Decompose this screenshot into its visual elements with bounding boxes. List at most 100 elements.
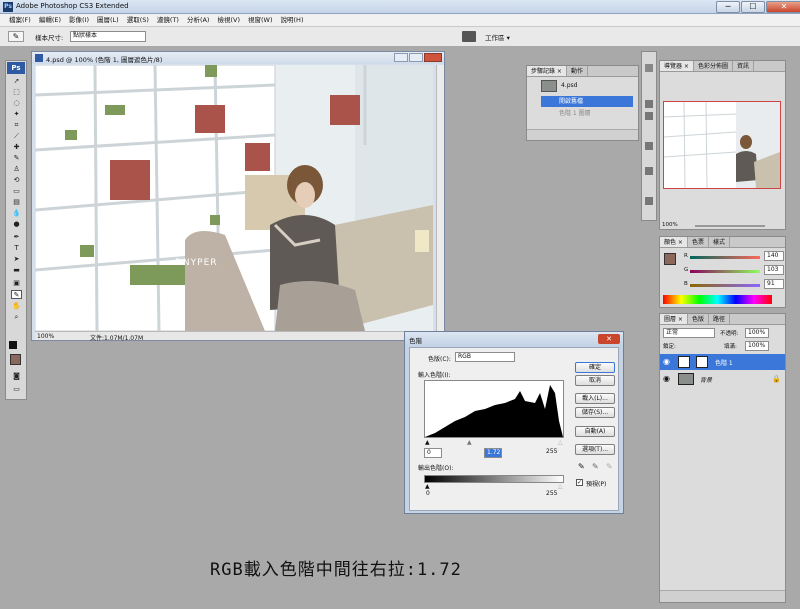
path-select-icon[interactable]: ➤ bbox=[11, 255, 22, 264]
shape-tool-icon[interactable]: ▬ bbox=[11, 266, 22, 275]
output-white-handle[interactable]: △ bbox=[558, 483, 563, 490]
navigator-zoom[interactable]: 100% bbox=[662, 222, 678, 228]
input-black-handle[interactable]: ▲ bbox=[425, 439, 430, 446]
black-eyedropper-icon[interactable]: ✎ bbox=[578, 462, 585, 471]
mask-thumb[interactable] bbox=[696, 356, 708, 368]
slice-tool-icon[interactable]: ⟋ bbox=[11, 132, 22, 141]
opacity-value[interactable]: 100% bbox=[745, 328, 769, 338]
channel-select[interactable]: RGB bbox=[455, 352, 515, 362]
b-value[interactable]: 91 bbox=[764, 279, 784, 289]
input-gamma-field[interactable]: 1.72 bbox=[484, 448, 502, 458]
input-slider-track[interactable] bbox=[424, 440, 564, 446]
gradient-tool-icon[interactable]: ▤ bbox=[11, 198, 22, 207]
eyedropper-tool-icon[interactable]: ✎ bbox=[11, 290, 22, 299]
tab-color[interactable]: 顏色 × bbox=[660, 237, 688, 247]
history-brush-icon[interactable]: ⟲ bbox=[11, 176, 22, 185]
doc-maximize-button[interactable] bbox=[409, 53, 423, 62]
layer-name[interactable]: 背景 bbox=[700, 375, 712, 384]
quick-mask-icon[interactable]: ◙ bbox=[11, 372, 22, 381]
menu-file[interactable]: 檔案(F) bbox=[5, 14, 35, 26]
tab-navigator[interactable]: 導覽器 × bbox=[660, 61, 694, 71]
tab-styles[interactable]: 樣式 bbox=[709, 237, 730, 247]
layer-row-background[interactable]: ◉ 背景 🔒 bbox=[660, 371, 785, 387]
preview-checkbox[interactable]: ✓ bbox=[576, 479, 583, 486]
r-value[interactable]: 140 bbox=[764, 251, 784, 261]
dodge-tool-icon[interactable]: ● bbox=[11, 220, 22, 229]
b-slider[interactable] bbox=[690, 284, 760, 287]
doc-zoom-value[interactable]: 100% bbox=[37, 333, 54, 340]
move-tool-icon[interactable]: ➚ bbox=[11, 77, 22, 86]
history-item-open[interactable]: 開啟舊檔 bbox=[541, 96, 633, 107]
zoom-tool-icon[interactable]: ⌕ bbox=[11, 313, 22, 322]
ok-button[interactable]: 確定 bbox=[575, 362, 615, 373]
fg-color-swatch[interactable] bbox=[664, 253, 676, 265]
g-slider[interactable] bbox=[690, 270, 760, 273]
panel-icon-3[interactable] bbox=[645, 112, 653, 120]
tab-channels[interactable]: 色版 bbox=[688, 314, 709, 324]
navigator-thumbnail[interactable] bbox=[663, 101, 781, 189]
panel-icon-6[interactable] bbox=[645, 197, 653, 205]
dialog-close-button[interactable]: ✕ bbox=[598, 334, 620, 344]
eyedropper-icon[interactable]: ✎ bbox=[8, 31, 24, 42]
blur-tool-icon[interactable]: 💧 bbox=[11, 209, 22, 218]
eye-icon[interactable]: ◉ bbox=[663, 374, 670, 383]
tab-paths[interactable]: 路徑 bbox=[709, 314, 730, 324]
workspace-menu[interactable]: 工作區 ▾ bbox=[485, 32, 510, 42]
canvas-photo[interactable]: DNYPER bbox=[35, 65, 433, 331]
r-slider[interactable] bbox=[690, 256, 760, 259]
doc-close-button[interactable] bbox=[424, 53, 442, 62]
stamp-tool-icon[interactable]: ♙ bbox=[11, 165, 22, 174]
cancel-button[interactable]: 取消 bbox=[575, 375, 615, 386]
menu-window[interactable]: 視窗(W) bbox=[244, 14, 277, 26]
input-black-field[interactable]: 0 bbox=[424, 448, 442, 458]
input-gamma-handle[interactable]: ▲ bbox=[467, 439, 472, 446]
notes-tool-icon[interactable]: ▣ bbox=[11, 279, 22, 288]
screen-mode-icon[interactable]: ▭ bbox=[11, 385, 22, 394]
panel-icon-4[interactable] bbox=[645, 142, 653, 150]
panel-icon-2[interactable] bbox=[645, 100, 653, 108]
output-white-field[interactable]: 255 bbox=[544, 490, 564, 500]
crop-tool-icon[interactable]: ⌗ bbox=[11, 121, 22, 130]
tab-layers[interactable]: 圖層 × bbox=[660, 314, 688, 324]
menu-view[interactable]: 檢視(V) bbox=[213, 14, 244, 26]
layer-name[interactable]: 色階 1 bbox=[715, 358, 733, 367]
menu-analysis[interactable]: 分析(A) bbox=[183, 14, 214, 26]
eye-icon[interactable]: ◉ bbox=[663, 357, 670, 366]
panel-icon-5[interactable] bbox=[645, 167, 653, 175]
output-black-handle[interactable]: ▲ bbox=[425, 483, 430, 490]
default-colors-icon[interactable] bbox=[9, 341, 17, 349]
tab-swatches[interactable]: 色票 bbox=[688, 237, 709, 247]
save-button[interactable]: 儲存(S)... bbox=[575, 407, 615, 418]
tab-actions[interactable]: 動作 bbox=[567, 66, 588, 76]
healing-tool-icon[interactable]: ✚ bbox=[11, 143, 22, 152]
history-item-levels[interactable]: 色階 1 圖層 bbox=[541, 108, 633, 119]
auto-button[interactable]: 自動(A) bbox=[575, 426, 615, 437]
gray-eyedropper-icon[interactable]: ✎ bbox=[592, 462, 599, 471]
navigator-zoom-slider[interactable] bbox=[695, 225, 765, 227]
doc-vertical-scrollbar[interactable] bbox=[436, 65, 444, 331]
menu-edit[interactable]: 編輯(E) bbox=[35, 14, 65, 26]
pen-tool-icon[interactable]: ✒ bbox=[11, 233, 22, 242]
snapshot-name[interactable]: 4.psd bbox=[561, 82, 577, 89]
brush-tool-icon[interactable]: ✎ bbox=[11, 154, 22, 163]
output-black-field[interactable]: 0 bbox=[424, 490, 442, 500]
lasso-tool-icon[interactable]: ◌ bbox=[11, 99, 22, 108]
input-white-handle[interactable]: △ bbox=[558, 439, 563, 446]
minimize-button[interactable]: ─ bbox=[716, 1, 740, 13]
load-button[interactable]: 載入(L)... bbox=[575, 393, 615, 404]
maximize-button[interactable]: ☐ bbox=[741, 1, 765, 13]
type-tool-icon[interactable]: T bbox=[11, 244, 22, 253]
options-button[interactable]: 選項(T)... bbox=[575, 444, 615, 455]
panel-icon-1[interactable] bbox=[645, 64, 653, 72]
tab-info[interactable]: 資訊 bbox=[733, 61, 754, 71]
tab-history[interactable]: 步驟記錄 × bbox=[527, 66, 567, 76]
input-white-field[interactable]: 255 bbox=[544, 448, 564, 458]
sample-size-select[interactable]: 點狀樣本 bbox=[70, 31, 146, 42]
close-button[interactable]: ✕ bbox=[766, 1, 800, 13]
tab-histogram[interactable]: 色彩分佈圖 bbox=[694, 61, 733, 71]
palette-well-icon[interactable] bbox=[462, 31, 476, 42]
marquee-tool-icon[interactable]: ⬚ bbox=[11, 88, 22, 97]
menu-filter[interactable]: 濾鏡(T) bbox=[153, 14, 183, 26]
magic-wand-tool-icon[interactable]: ✦ bbox=[11, 110, 22, 119]
menu-help[interactable]: 說明(H) bbox=[277, 14, 308, 26]
